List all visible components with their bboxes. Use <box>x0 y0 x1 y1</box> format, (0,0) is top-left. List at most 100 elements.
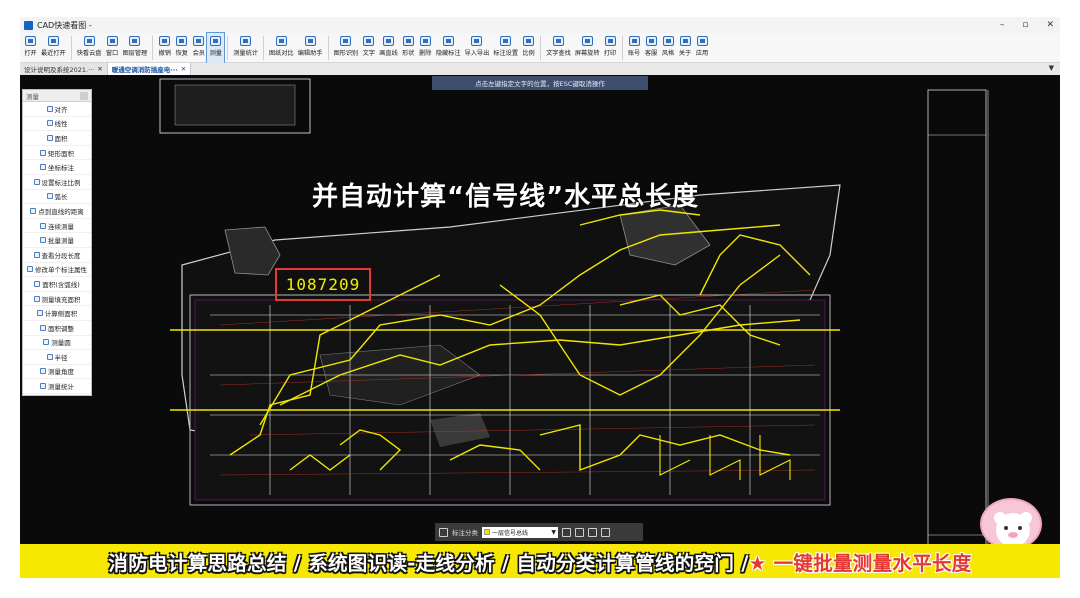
toolbar-button-7[interactable]: 会员 <box>190 33 207 63</box>
toolbar-button-label: 最近打开 <box>41 50 66 57</box>
toolbar-button-8[interactable]: 测量 <box>206 32 226 64</box>
presenter-avatar <box>980 498 1042 550</box>
measure-tool-item[interactable]: 测量角度 <box>23 365 91 380</box>
measure-tool-item[interactable]: 修改单个标注属性 <box>23 263 91 278</box>
measure-tool-item[interactable]: 面积 <box>23 131 91 146</box>
toolbar-button-9[interactable]: 测量统计 <box>231 33 260 63</box>
toolbar-button-6[interactable]: 恢复 <box>173 33 190 63</box>
measure-tool-item[interactable]: 测量统计 <box>23 379 91 394</box>
measure-tool-item[interactable]: 查看分段长度 <box>23 248 91 263</box>
toolbar-button-label: 导入导出 <box>464 50 490 57</box>
annotation-category-select[interactable]: 一层信号总线 ▼ <box>482 526 558 538</box>
toolbar-button-17[interactable]: 隐藏标注 <box>434 33 463 63</box>
measure-tool-item[interactable]: 线性 <box>23 117 91 132</box>
toolbar-button-label: 会员 <box>192 50 205 57</box>
toolbar-button-25[interactable]: 客服 <box>643 33 660 63</box>
tab-menu-chevron-icon[interactable]: ▼ <box>1049 64 1054 72</box>
measure-tool-icon <box>46 134 53 141</box>
toolbar-button-28[interactable]: 应用 <box>694 33 711 63</box>
apps-icon <box>696 35 709 47</box>
toolbar-button-label: 测量 <box>209 50 222 57</box>
measure-tool-label: 测量角度 <box>48 368 74 377</box>
measure-tool-item[interactable]: 批量测量 <box>23 233 91 248</box>
app-logo-icon <box>24 20 33 30</box>
measure-tool-item[interactable]: 弧长 <box>23 190 91 205</box>
toolbar-button-26[interactable]: 风格 <box>660 33 677 63</box>
paste-icon[interactable] <box>601 527 610 537</box>
toolbar-button-22[interactable]: 屏幕旋转 <box>573 33 602 63</box>
tab-design-notes[interactable]: 设计说明及系统2021.··· ✕ <box>20 63 108 75</box>
measure-panel-title: 测量 <box>26 92 39 101</box>
close-button[interactable]: ✕ <box>1046 20 1054 30</box>
toolbar-button-label: 应用 <box>695 50 709 57</box>
measure-tool-icon <box>33 295 40 302</box>
maximize-button[interactable]: ▫ <box>1022 20 1028 30</box>
toolbar-button-21[interactable]: 文字查找 <box>544 33 573 63</box>
copy-icon[interactable] <box>588 527 597 537</box>
measure-tool-item[interactable]: 面积(含弧线) <box>23 277 91 292</box>
measure-tool-item[interactable]: 连续测量 <box>23 219 91 234</box>
toolbar-button-15[interactable]: 形状 <box>400 33 417 63</box>
measure-tool-item[interactable]: 点到直线的距离 <box>23 204 91 219</box>
toolbar-button-23[interactable]: 打印 <box>602 33 619 63</box>
measure-tool-item[interactable]: 半径 <box>23 350 91 365</box>
toolbar-button-label: 窗口 <box>105 50 119 57</box>
grid-icon[interactable] <box>439 527 448 537</box>
toolbar-button-5[interactable]: 撤销 <box>156 33 173 63</box>
measurement-result-box: 1087209 <box>275 268 371 301</box>
measure-tool-item[interactable]: 设置标注比例 <box>23 175 91 190</box>
measure-tool-item[interactable]: 测量圆 <box>23 336 91 351</box>
minimize-button[interactable]: – <box>1000 20 1005 30</box>
toolbar-button-3[interactable]: 窗口 <box>104 33 121 63</box>
toolbar-button-label: 风格 <box>661 50 675 57</box>
vip-icon <box>192 35 205 47</box>
redo-icon <box>175 35 188 47</box>
toolbar-button-13[interactable]: 文字 <box>360 33 377 63</box>
measure-tool-icon <box>46 120 53 127</box>
toolbar-button-label: 打印 <box>603 50 617 57</box>
toolbar-button-24[interactable]: 账号 <box>626 33 643 63</box>
measure-tool-item[interactable]: 计算侧面积 <box>23 306 91 321</box>
eraser-icon <box>419 35 432 47</box>
measure-tool-label: 测量统计 <box>48 383 74 392</box>
measure-tool-label: 测量填充面积 <box>41 295 81 304</box>
toolbar-button-10[interactable]: 图纸对比 <box>267 33 296 63</box>
measure-tool-item[interactable]: 坐标标注 <box>23 160 91 175</box>
measure-tool-icon <box>40 222 46 229</box>
measure-tool-icon <box>36 310 43 317</box>
toolbar-button-20[interactable]: 比例 <box>520 33 537 63</box>
annotation-settings-icon <box>499 35 512 47</box>
tab-label: 暖通空调消防插座电··· <box>111 66 178 74</box>
toolbar-button-19[interactable]: 标注设置 <box>491 33 520 63</box>
measure-tool-item[interactable]: 对齐 <box>23 102 91 117</box>
app-title: CAD快速看图 - <box>37 20 92 30</box>
toolbar-button-14[interactable]: 画直线 <box>377 33 400 63</box>
measure-icon <box>209 35 222 47</box>
move-icon[interactable] <box>575 527 584 537</box>
edit-icon[interactable] <box>562 527 571 537</box>
toolbar-button-27[interactable]: 关于 <box>677 33 694 63</box>
toolbar-button-label: 测量统计 <box>233 50 258 57</box>
headset-icon <box>645 35 658 47</box>
cad-canvas[interactable]: 点击左键指定文字的位置，按ESC键取消操作 测量 对齐 线性 面积 矩形面积 坐标标注设… <box>20 75 1060 578</box>
tab-hvac-fire[interactable]: 暖通空调消防插座电··· ✕ <box>107 63 192 75</box>
measure-tool-label: 线性 <box>54 120 68 129</box>
tab-close-icon[interactable]: ✕ <box>97 65 102 73</box>
toolbar-button-11[interactable]: 编辑助手 <box>296 33 325 63</box>
toolbar-button-0[interactable]: 打开 <box>22 33 39 63</box>
toolbar-button-label: 屏幕旋转 <box>574 50 600 57</box>
toolbar-button-12[interactable]: 图形识别 <box>332 33 361 63</box>
measure-tool-label: 测量圆 <box>51 339 71 348</box>
measure-tool-item[interactable]: 矩形面积 <box>23 146 91 161</box>
tab-close-icon[interactable]: ✕ <box>181 65 186 73</box>
toolbar-button-16[interactable]: 删除 <box>417 33 434 63</box>
measure-tool-item[interactable]: 面积调整 <box>23 321 91 336</box>
panel-close-icon[interactable] <box>80 91 88 100</box>
toolbar-button-4[interactable]: 图层管理 <box>121 33 150 63</box>
toolbar-button-18[interactable]: 导入导出 <box>463 33 492 63</box>
measure-tool-label: 批量测量 <box>48 237 74 246</box>
toolbar-button-2[interactable]: 快看云盘 <box>75 33 104 63</box>
toolbar-button-1[interactable]: 最近打开 <box>39 33 68 63</box>
measure-tool-item[interactable]: 测量填充面积 <box>23 292 91 307</box>
measure-tool-icon <box>46 105 53 112</box>
